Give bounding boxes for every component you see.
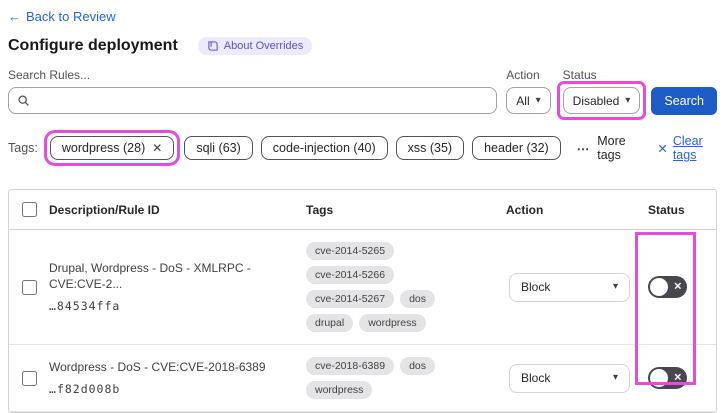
rule-tag: cve-2018-6389 [306,357,395,375]
rule-id: …84534ffa [49,299,121,314]
tags-label: Tags: [8,141,38,155]
action-select[interactable]: Block ▾ [509,272,630,302]
status-toggle-off[interactable]: ✕ [648,276,687,298]
tag-pill-sqli[interactable]: sqli (63) [184,136,253,160]
clear-x-icon: ✕ [657,141,668,156]
toggle-x-icon: ✕ [673,281,682,293]
toggle-x-icon: ✕ [673,372,682,384]
column-header-tags: Tags [306,202,334,217]
more-tags-button[interactable]: ⋯ More tags [577,134,640,162]
rules-table: Description/Rule ID Tags Action Status D… [8,189,717,413]
rule-tag: dos [400,357,435,375]
page-title: Configure deployment [8,37,178,54]
action-select-value: Block [521,280,551,294]
toggle-knob [650,278,668,296]
row-checkbox[interactable] [22,370,37,386]
chevron-down-icon: ▾ [625,94,631,106]
status-filter-highlight: Disabled ▾ [556,81,647,120]
status-toggle-off[interactable]: ✕ [648,367,687,389]
back-link-label: Back to Review [26,9,116,24]
chevron-down-icon: ▾ [612,372,618,383]
rule-id: …f82d008b [49,382,121,397]
column-header-description: Description/Rule ID [49,202,160,217]
column-header-status: Status [648,202,685,217]
table-row: Drupal, Wordpress - DoS - XMLRPC - CVE:C… [9,230,716,345]
status-filter-value: Disabled [572,93,620,108]
more-tags-label: More tags [597,134,626,162]
chevron-down-icon: ▾ [612,281,618,292]
rule-tag: cve-2014-5267 [306,290,395,308]
rule-tag: wordpress [359,314,426,332]
table-header-row: Description/Rule ID Tags Action Status [9,190,716,230]
back-arrow-icon: ← [8,9,21,24]
row-checkbox[interactable] [22,279,37,295]
selected-tag-highlight: wordpress (28) ✕ [43,130,181,166]
toggle-knob [650,369,668,387]
clear-tags-label: Clear tags [672,134,703,162]
title-row: Configure deployment About Overrides [8,37,717,55]
column-header-action: Action [506,202,544,217]
filter-row: Search Rules... Action All ▾ Status Disa… [8,68,717,120]
tags-bar: Tags: wordpress (28) ✕ sqli (63) code-in… [8,130,717,166]
tag-pill-label: wordpress (28) [61,141,146,155]
action-filter-label: Action [506,68,540,82]
rule-tag: cve-2014-5266 [306,266,395,284]
tag-pill-wordpress[interactable]: wordpress (28) ✕ [49,136,175,160]
rule-tag: drupal [306,314,354,332]
search-button[interactable]: Search [651,87,717,115]
rule-tags: cve-2018-6389 dos wordpress [306,357,506,399]
tag-pill-code-injection[interactable]: code-injection (40) [260,136,388,160]
action-filter-value: All [516,93,530,108]
table-row: Wordpress - DoS - CVE:CVE-2018-6389 …f82… [9,345,716,412]
rule-tag: cve-2014-5265 [306,242,395,260]
rule-tag: wordpress [306,381,373,399]
search-rules-label: Search Rules... [8,68,91,82]
action-select[interactable]: Block ▾ [509,363,630,393]
rule-description: Wordpress - DoS - CVE:CVE-2018-6389 [49,359,266,374]
action-filter-dropdown[interactable]: All ▾ [506,87,551,114]
status-filter-dropdown[interactable]: Disabled ▾ [562,87,641,114]
ellipsis-icon: ⋯ [576,141,591,156]
tag-pill-header[interactable]: header (32) [472,136,561,160]
rule-description: Drupal, Wordpress - DoS - XMLRPC - CVE:C… [49,260,251,291]
action-select-value: Block [521,371,551,385]
about-overrides-label: About Overrides [223,40,304,52]
chevron-down-icon: ▾ [535,94,541,106]
tag-pill-xss[interactable]: xss (35) [395,136,465,160]
back-link[interactable]: ← Back to Review [8,9,116,24]
clear-tags-button[interactable]: ✕ Clear tags [657,134,717,162]
remove-tag-icon[interactable]: ✕ [152,141,162,155]
select-all-checkbox[interactable] [22,202,37,217]
rule-tag: dos [400,290,435,308]
search-rules-input[interactable] [8,87,498,114]
book-icon [208,41,218,51]
rule-tags: cve-2014-5265 cve-2014-5266 cve-2014-526… [306,242,506,332]
about-overrides-badge[interactable]: About Overrides [197,37,313,55]
